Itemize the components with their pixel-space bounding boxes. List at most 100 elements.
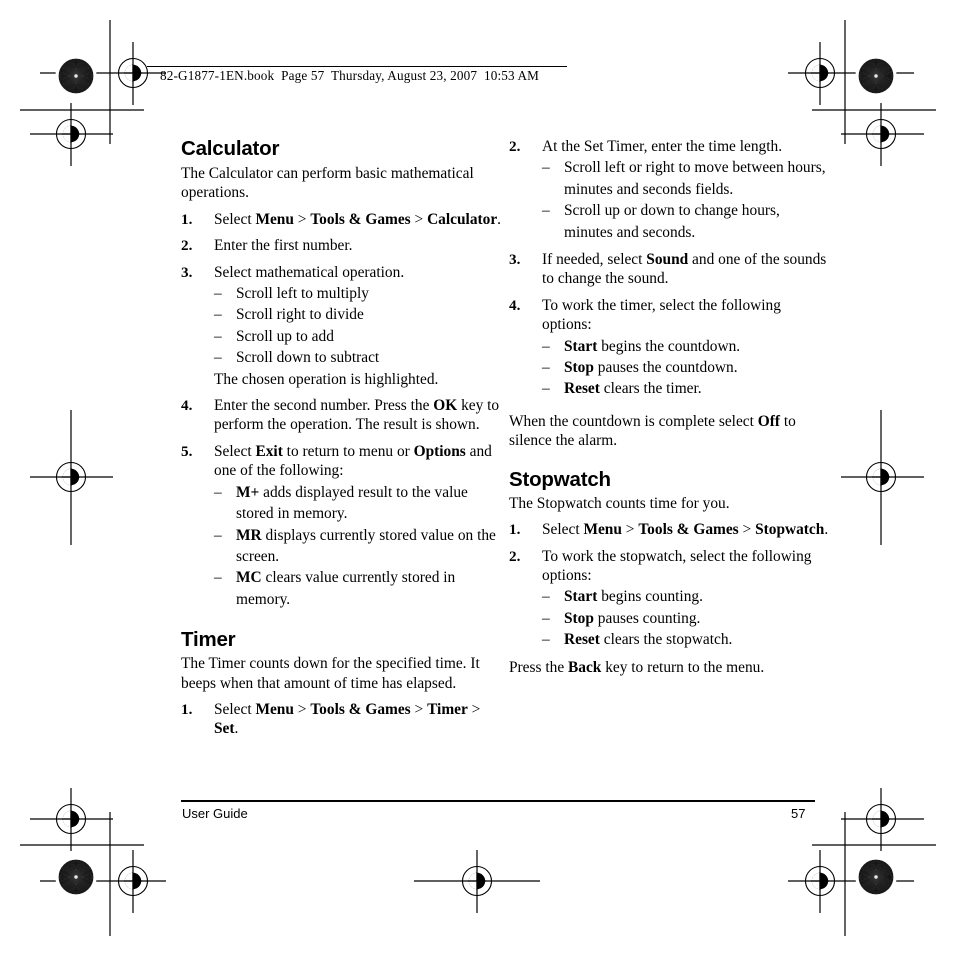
sub-option-item: – Reset clears the timer. (542, 378, 831, 399)
sub-option-text: Scroll up to add (236, 327, 334, 345)
emphasis-term: MR (236, 526, 262, 544)
sub-option-item: – Start begins counting. (542, 586, 831, 607)
emphasis-term: Menu (583, 521, 622, 539)
dash-bullet-icon: – (542, 337, 550, 355)
step-text: Select Menu > Tools & Games > Calculator… (214, 210, 502, 228)
numbered-step: 3. Select mathematical operation. – Scroll … (181, 263, 503, 389)
section-heading-timer: Timer (181, 628, 236, 652)
numbered-step: 2. At the Set Timer, enter the time lengt… (509, 137, 831, 243)
registration-target-mid-left (55, 118, 87, 150)
sub-option-item: – M+ adds displayed result to the value s… (214, 482, 503, 525)
sub-option-text: Start begins counting. (564, 588, 703, 606)
emphasis-term: Set (214, 720, 235, 738)
dash-bullet-icon: – (542, 202, 550, 220)
dash-bullet-icon: – (214, 526, 222, 544)
stopwatch-closing-text: Press the Back key to return to the menu… (509, 658, 765, 676)
registration-target-low-left (55, 803, 87, 835)
emphasis-term: Off (757, 412, 780, 430)
emphasis-term: Stopwatch (755, 521, 825, 539)
emphasis-term: Timer (427, 700, 468, 718)
step-number: 3. (509, 251, 521, 269)
numbered-step: 1. Select Menu > Tools & Games > Stopwatc… (509, 520, 831, 539)
step-number: 1. (509, 521, 521, 539)
emphasis-term: OK (433, 397, 458, 415)
emphasis-term: Start (564, 337, 598, 355)
sub-option-item: – Scroll up to add (214, 326, 503, 347)
registration-target-top-right (804, 57, 836, 89)
step-text: Select mathematical operation. (214, 263, 405, 281)
step-number: 2. (509, 138, 521, 155)
starburst-target-bottom-left (55, 856, 97, 898)
sub-option-text: Scroll left or right to move between hou… (564, 159, 826, 198)
numbered-step: 2. Enter the first number. (181, 236, 503, 255)
sub-option-item: – Start begins the countdown. (542, 336, 831, 357)
dash-bullet-icon: – (542, 380, 550, 398)
sub-option-text: Stop pauses counting. (564, 609, 701, 627)
step-text: If needed, select Sound and one of the s… (542, 251, 827, 288)
emphasis-term: Options (413, 442, 466, 460)
step-text: Enter the first number. (214, 237, 353, 255)
sub-option-list: – Start begins the countdown. – Stop pauses… (542, 336, 831, 400)
timer-intro: The Timer counts down for the specified … (181, 655, 480, 692)
emphasis-term: Menu (255, 210, 294, 228)
section-heading-stopwatch: Stopwatch (509, 467, 611, 491)
registration-target-low-right (865, 803, 897, 835)
numbered-step: 1. Select Menu > Tools & Games > Timer > … (181, 700, 503, 739)
timer-steps-left: 1. Select Menu > Tools & Games > Timer > … (181, 700, 503, 739)
footer-page-number: 57 (791, 806, 806, 821)
registration-target-bottom-right (804, 865, 836, 897)
slug-rule (147, 66, 567, 67)
sub-option-item: – Scroll down to subtract (214, 347, 503, 368)
step-text: Select Exit to return to menu or Options… (214, 442, 492, 480)
starburst-target-top-right (855, 55, 897, 97)
emphasis-term: Back (568, 658, 602, 676)
footer-rule (181, 800, 815, 802)
step-number: 2. (181, 237, 193, 255)
sub-option-list: – Scroll left or right to move between ho… (542, 157, 831, 243)
right-column: 2. At the Set Timer, enter the time lengt… (509, 137, 831, 677)
step-text: Enter the second number. Press the OK ke… (214, 397, 500, 434)
step-text: To work the timer, select the following … (542, 296, 781, 334)
starburst-target-top-left (55, 55, 97, 97)
sub-option-item: – MC clears value currently stored in mem… (214, 567, 503, 610)
step-text: Select Menu > Tools & Games > Stopwatch. (542, 521, 829, 539)
calculator-intro: The Calculator can perform basic mathema… (181, 165, 474, 202)
sub-option-item: – Reset clears the stopwatch. (542, 629, 831, 650)
emphasis-term: Tools & Games (310, 210, 411, 228)
registration-target-center-right (865, 461, 897, 493)
sub-option-text: Scroll down to subtract (236, 349, 380, 367)
registration-target-mid-right (865, 118, 897, 150)
step-number: 1. (181, 210, 193, 228)
step-number: 5. (181, 442, 193, 460)
emphasis-term: Calculator (427, 210, 498, 228)
step-number: 2. (509, 547, 521, 565)
sub-option-text: MC clears value currently stored in memo… (236, 569, 456, 608)
emphasis-term: Exit (255, 442, 283, 460)
dash-bullet-icon: – (542, 631, 550, 649)
dash-bullet-icon: – (542, 609, 550, 627)
step-trailing-note: The chosen operation is highlighted. (214, 370, 439, 388)
numbered-step: 1. Select Menu > Tools & Games > Calculat… (181, 210, 503, 229)
emphasis-term: Tools & Games (638, 521, 739, 539)
registration-target-bottom-left (117, 865, 149, 897)
sub-option-item: – Stop pauses counting. (542, 608, 831, 629)
sub-option-text: Reset clears the timer. (564, 380, 702, 398)
dash-bullet-icon: – (542, 588, 550, 606)
emphasis-term: M+ (236, 483, 260, 501)
step-text: Select Menu > Tools & Games > Timer > Se… (214, 700, 481, 738)
numbered-step: 3. If needed, select Sound and one of the… (509, 250, 831, 289)
dash-bullet-icon: – (214, 306, 222, 324)
emphasis-term: Reset (564, 380, 600, 398)
dash-bullet-icon: – (542, 159, 550, 177)
step-number: 1. (181, 700, 193, 718)
emphasis-term: Menu (255, 700, 294, 718)
sub-option-text: Scroll left to multiply (236, 285, 369, 303)
step-number: 4. (509, 296, 521, 314)
sub-option-text: M+ adds displayed result to the value st… (236, 483, 468, 523)
dash-bullet-icon: – (214, 483, 222, 501)
dash-bullet-icon: – (214, 327, 222, 345)
registration-target-center-left (55, 461, 87, 493)
sub-option-text: Start begins the countdown. (564, 337, 741, 355)
sub-option-list: – M+ adds displayed result to the value s… (214, 482, 503, 610)
stopwatch-steps: 1. Select Menu > Tools & Games > Stopwatc… (509, 520, 831, 650)
